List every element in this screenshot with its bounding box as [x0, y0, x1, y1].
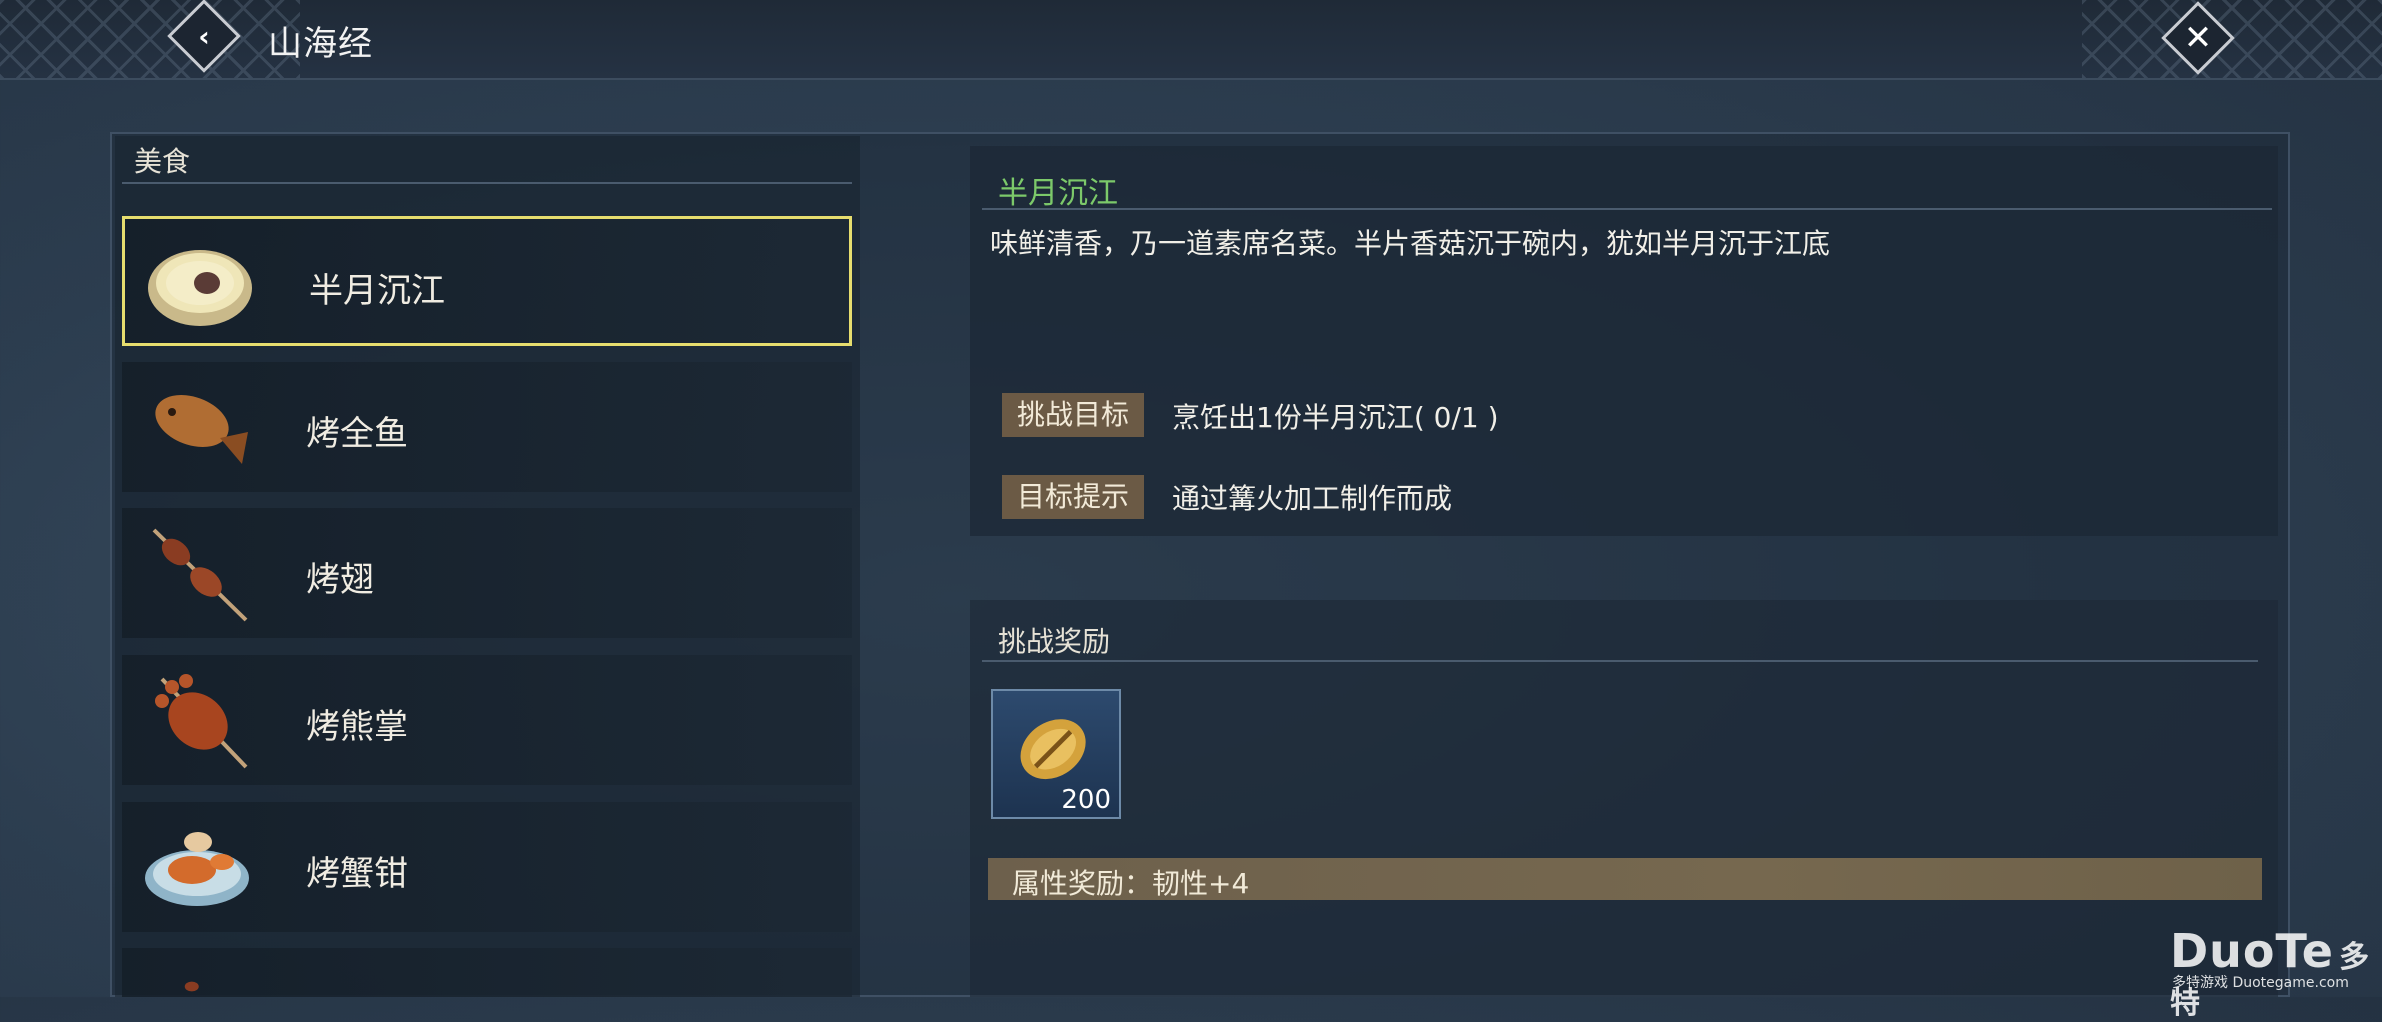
food-item-label: 烤熊掌 [306, 707, 408, 747]
food-item-banyue[interactable]: 半月沉江 [122, 216, 852, 346]
food-item-partial[interactable] [122, 948, 852, 997]
reward-item-count: 200 [1061, 785, 1111, 815]
detail-food-name: 半月沉江 [998, 176, 1118, 211]
chevron-left-icon: ‹ [198, 19, 210, 53]
reward-title: 挑战奖励 [998, 625, 1111, 658]
food-item-roast-wings[interactable]: 烤翅 [122, 508, 852, 638]
food-item-bear-paw[interactable]: 烤熊掌 [122, 655, 852, 785]
food-item-label: 烤全鱼 [306, 414, 408, 454]
page-title: 山海经 [268, 24, 373, 64]
skewer-wings-icon [152, 528, 248, 622]
food-item-label: 半月沉江 [309, 271, 445, 311]
header-pattern-left [0, 0, 300, 78]
category-title: 美食 [134, 145, 191, 178]
hint-text: 通过篝火加工制作而成 [1172, 482, 1453, 515]
crab-plate-icon [145, 832, 249, 906]
reward-item-slot[interactable]: 200 [991, 689, 1121, 819]
attribute-reward-bar: 属性奖励：韧性+4 [988, 858, 2262, 900]
watermark-sub: 多特游戏 Duotegame.com [2172, 975, 2349, 991]
goal-text: 烹饪出1份半月沉江( 0/1 ) [1172, 401, 1499, 434]
detail-description: 味鲜清香，乃一道素席名菜。半片香菇沉于碗内，犹如半月沉于江底 [990, 227, 1831, 260]
close-x-icon: ✕ [2183, 18, 2213, 58]
soup-bowl-icon [148, 250, 252, 326]
food-item-label: 烤蟹钳 [306, 854, 408, 894]
goal-tag: 挑战目标 [1002, 393, 1144, 437]
food-item-roast-fish[interactable]: 烤全鱼 [122, 362, 852, 492]
detail-divider [982, 208, 2272, 210]
food-item-crab-claw[interactable]: 烤蟹钳 [122, 802, 852, 932]
skewer-icon [184, 981, 199, 992]
category-divider [122, 182, 852, 184]
attribute-reward-text: 属性奖励：韧性+4 [1012, 867, 1250, 900]
reward-divider [982, 660, 2258, 662]
hint-tag: 目标提示 [1002, 475, 1144, 519]
detail-panel [970, 146, 2278, 536]
roast-paw-icon [155, 674, 248, 769]
food-item-label: 烤翅 [306, 560, 374, 600]
watermark-brand: DuoTe [2170, 924, 2335, 978]
roast-fish-icon [155, 394, 248, 464]
